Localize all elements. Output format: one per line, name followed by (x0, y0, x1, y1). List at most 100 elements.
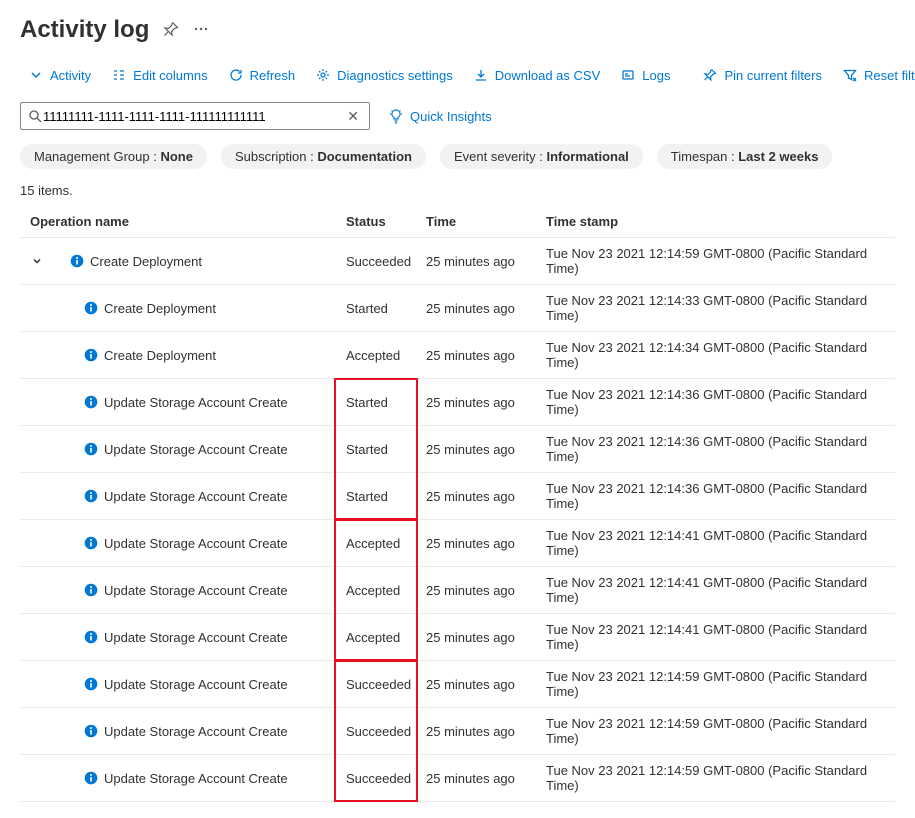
timestamp: Tue Nov 23 2021 12:14:41 GMT-0800 (Pacif… (540, 567, 895, 614)
table-row[interactable]: Create DeploymentAccepted25 minutes agoT… (20, 332, 895, 379)
pin-filters-button[interactable]: Pin current filters (694, 62, 830, 88)
operation-name[interactable]: Update Storage Account Create (104, 771, 288, 786)
status: Accepted (340, 614, 420, 661)
table-row[interactable]: Update Storage Account CreateSucceeded25… (20, 708, 895, 755)
pin-filters-label: Pin current filters (724, 68, 822, 83)
search-icon (27, 108, 43, 124)
table-row[interactable]: Update Storage Account CreateStarted25 m… (20, 473, 895, 520)
filter-row: Management Group : None Subscription : D… (20, 144, 895, 169)
info-icon (84, 536, 98, 550)
table-row[interactable]: Update Storage Account Create Started25 m… (20, 379, 895, 426)
table-row[interactable]: Update Storage Account CreateSucceeded25… (20, 755, 895, 802)
clear-search-icon[interactable]: ✕ (343, 108, 363, 125)
filter-subscription[interactable]: Subscription : Documentation (221, 144, 426, 169)
status: Succeeded (340, 661, 420, 708)
quick-insights-label: Quick Insights (410, 109, 492, 124)
filter-value: Documentation (317, 149, 412, 164)
filter-value: Informational (546, 149, 628, 164)
filter-timespan[interactable]: Timespan : Last 2 weeks (657, 144, 833, 169)
timestamp: Tue Nov 23 2021 12:14:59 GMT-0800 (Pacif… (540, 661, 895, 708)
gear-icon (315, 67, 331, 83)
operation-name[interactable]: Update Storage Account Create (104, 489, 288, 504)
reset-filters-button[interactable]: Reset filters (834, 62, 915, 88)
refresh-label: Refresh (250, 68, 296, 83)
edit-columns-button[interactable]: Edit columns (103, 62, 215, 88)
time: 25 minutes ago (420, 379, 540, 426)
timestamp: Tue Nov 23 2021 12:14:36 GMT-0800 (Pacif… (540, 426, 895, 473)
chevron-down-icon[interactable] (30, 256, 44, 266)
download-csv-button[interactable]: Download as CSV (465, 62, 609, 88)
table-row[interactable]: Update Storage Account CreateStarted25 m… (20, 426, 895, 473)
table-row[interactable]: Update Storage Account Create Accepted25 … (20, 614, 895, 661)
info-icon (84, 442, 98, 456)
timestamp: Tue Nov 23 2021 12:14:36 GMT-0800 (Pacif… (540, 473, 895, 520)
activity-label: Activity (50, 68, 91, 83)
time: 25 minutes ago (420, 238, 540, 285)
info-icon (84, 395, 98, 409)
timestamp: Tue Nov 23 2021 12:14:33 GMT-0800 (Pacif… (540, 285, 895, 332)
operation-name[interactable]: Update Storage Account Create (104, 630, 288, 645)
logs-label: Logs (642, 68, 670, 83)
search-input[interactable] (43, 109, 343, 124)
filter-label: Management Group : (34, 149, 160, 164)
operation-name[interactable]: Update Storage Account Create (104, 536, 288, 551)
time: 25 minutes ago (420, 755, 540, 802)
filter-label: Event severity : (454, 149, 546, 164)
filter-label: Timespan : (671, 149, 738, 164)
refresh-button[interactable]: Refresh (220, 62, 304, 88)
operation-name[interactable]: Update Storage Account Create (104, 583, 288, 598)
timestamp: Tue Nov 23 2021 12:14:34 GMT-0800 (Pacif… (540, 332, 895, 379)
info-icon (84, 583, 98, 597)
filter-value: Last 2 weeks (738, 149, 818, 164)
columns-icon (111, 67, 127, 83)
table-row[interactable]: Update Storage Account CreateAccepted25 … (20, 520, 895, 567)
info-icon (84, 771, 98, 785)
operation-name[interactable]: Update Storage Account Create (104, 677, 288, 692)
pin-icon[interactable] (163, 21, 179, 40)
info-icon (70, 254, 84, 268)
logs-button[interactable]: Logs (612, 62, 678, 88)
table-row[interactable]: Update Storage Account CreateSucceeded25… (20, 661, 895, 708)
timestamp: Tue Nov 23 2021 12:14:36 GMT-0800 (Pacif… (540, 379, 895, 426)
filter-management-group[interactable]: Management Group : None (20, 144, 207, 169)
more-icon[interactable] (193, 21, 209, 40)
status: Started (340, 379, 420, 426)
filter-label: Subscription : (235, 149, 317, 164)
diagnostics-button[interactable]: Diagnostics settings (307, 62, 461, 88)
chevron-down-icon (28, 67, 44, 83)
operation-name[interactable]: Update Storage Account Create (104, 395, 288, 410)
item-count: 15 items. (20, 183, 895, 198)
info-icon (84, 724, 98, 738)
operation-name[interactable]: Create Deployment (90, 254, 202, 269)
col-time[interactable]: Time (420, 206, 540, 238)
operation-name[interactable]: Create Deployment (104, 348, 216, 363)
time: 25 minutes ago (420, 614, 540, 661)
refresh-icon (228, 67, 244, 83)
col-operation-name[interactable]: Operation name (20, 206, 340, 238)
time: 25 minutes ago (420, 426, 540, 473)
diagnostics-label: Diagnostics settings (337, 68, 453, 83)
time: 25 minutes ago (420, 708, 540, 755)
activity-table: Operation name Status Time Time stamp Cr… (20, 206, 895, 802)
timestamp: Tue Nov 23 2021 12:14:59 GMT-0800 (Pacif… (540, 755, 895, 802)
search-box[interactable]: ✕ (20, 102, 370, 130)
timestamp: Tue Nov 23 2021 12:14:59 GMT-0800 (Pacif… (540, 708, 895, 755)
operation-name[interactable]: Create Deployment (104, 301, 216, 316)
info-icon (84, 489, 98, 503)
table-row[interactable]: Update Storage Account CreateAccepted25 … (20, 567, 895, 614)
filter-event-severity[interactable]: Event severity : Informational (440, 144, 643, 169)
operation-name[interactable]: Update Storage Account Create (104, 724, 288, 739)
status: Accepted (340, 520, 420, 567)
info-icon (84, 630, 98, 644)
toolbar: Activity Edit columns Refresh Diagnostic… (20, 62, 895, 88)
table-row[interactable]: Create DeploymentSucceeded25 minutes ago… (20, 238, 895, 285)
activity-dropdown[interactable]: Activity (20, 62, 99, 88)
time: 25 minutes ago (420, 567, 540, 614)
quick-insights-button[interactable]: Quick Insights (388, 108, 492, 124)
col-status[interactable]: Status (340, 206, 420, 238)
operation-name[interactable]: Update Storage Account Create (104, 442, 288, 457)
col-timestamp[interactable]: Time stamp (540, 206, 895, 238)
time: 25 minutes ago (420, 473, 540, 520)
timestamp: Tue Nov 23 2021 12:14:41 GMT-0800 (Pacif… (540, 614, 895, 661)
table-row[interactable]: Create DeploymentStarted25 minutes agoTu… (20, 285, 895, 332)
